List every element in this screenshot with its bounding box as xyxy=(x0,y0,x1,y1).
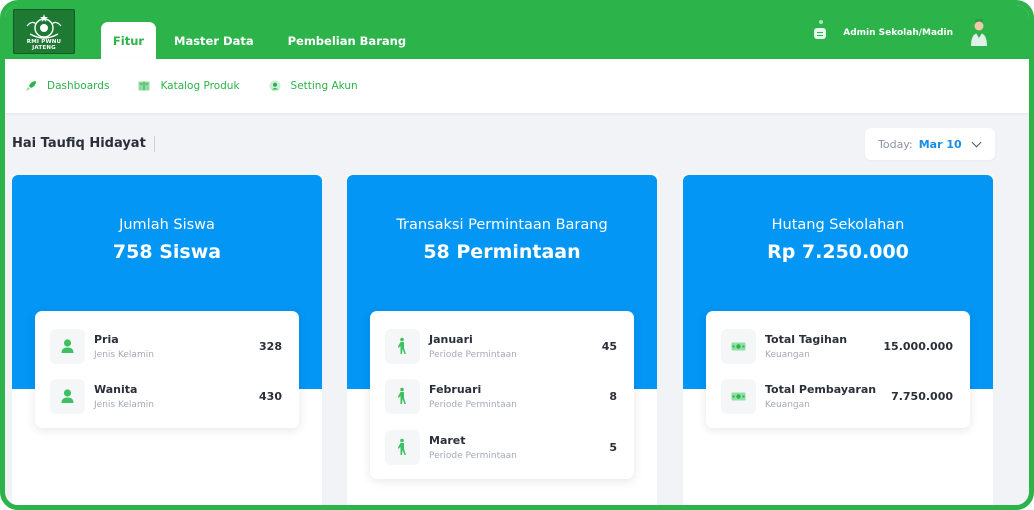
money-icon xyxy=(721,328,756,364)
avatar[interactable] xyxy=(969,18,989,48)
row-label: Pria xyxy=(94,332,119,346)
walking-icon xyxy=(385,379,420,415)
row-label: Maret xyxy=(429,433,466,447)
row-sub: Periode Permintaan xyxy=(429,400,517,411)
card-title: Hutang Sekolahan xyxy=(771,217,905,233)
row-label: Februari xyxy=(429,383,482,397)
card-value: 758 Siswa xyxy=(112,241,222,263)
walking-icon xyxy=(385,328,420,364)
money-icon xyxy=(721,379,756,415)
app-window: RMI PWNU JATENG Fitur Master Data Pembel… xyxy=(0,0,1034,510)
greeting-title: Hai Taufiq Hidayat xyxy=(12,136,155,152)
person-icon xyxy=(50,328,85,364)
list-item: Total Pembayaran Keuangan 7.750.000 xyxy=(721,372,953,423)
row-value: 8 xyxy=(609,390,617,404)
row-sub: Jenis Kelamin xyxy=(94,400,154,411)
row-value: 5 xyxy=(609,440,617,454)
walking-icon xyxy=(385,429,420,465)
subnav-katalog-produk[interactable]: Katalog Produk xyxy=(138,80,240,92)
tab-pembelian-barang[interactable]: Pembelian Barang xyxy=(272,22,422,59)
list-item: Januari Periode Permintaan 45 xyxy=(385,321,617,372)
row-value: 15.000.000 xyxy=(883,339,953,353)
row-label: Januari xyxy=(429,332,473,346)
row-sub: Keuangan xyxy=(765,400,810,411)
subnav-label: Setting Akun xyxy=(290,80,358,92)
logo[interactable]: RMI PWNU JATENG xyxy=(13,9,75,54)
list-item: Pria Jenis Kelamin 328 xyxy=(50,321,282,372)
user-icon xyxy=(269,80,281,92)
user-name[interactable]: Admin Sekolah/Madin xyxy=(843,28,953,38)
card-detail-list: Januari Periode Permintaan 45 Februari P… xyxy=(370,311,634,479)
row-sub: Jenis Kelamin xyxy=(94,349,154,360)
message-icon[interactable] xyxy=(814,20,828,40)
avatar-icon xyxy=(971,19,987,46)
top-bar: RMI PWNU JATENG Fitur Master Data Pembel… xyxy=(5,5,1029,59)
row-label: Wanita xyxy=(94,383,138,397)
user-area: Admin Sekolah/Madin xyxy=(814,15,989,51)
rocket-icon xyxy=(26,81,36,91)
card-transaksi-permintaan: Transaksi Permintaan Barang 58 Permintaa… xyxy=(347,175,657,505)
list-item: Maret Periode Permintaan 5 xyxy=(385,422,617,473)
book-icon xyxy=(138,81,150,91)
card-jumlah-siswa: Jumlah Siswa 758 Siswa Pria Jenis Kelami… xyxy=(12,175,322,505)
subnav-setting-akun[interactable]: Setting Akun xyxy=(269,80,358,92)
list-item: Total Tagihan Keuangan 15.000.000 xyxy=(721,321,953,372)
sub-navigation: Dashboards Katalog Produk Setting Akun xyxy=(5,59,1029,113)
card-title: Jumlah Siswa xyxy=(119,217,215,233)
chevron-down-icon xyxy=(971,137,982,148)
row-label: Total Pembayaran xyxy=(765,383,877,397)
card-value: Rp 7.250.000 xyxy=(767,241,909,263)
card-detail-list: Total Tagihan Keuangan 15.000.000 Total … xyxy=(706,311,970,428)
tab-fitur[interactable]: Fitur xyxy=(101,22,156,59)
list-item: Februari Periode Permintaan 8 xyxy=(385,372,617,423)
today-label: Today: xyxy=(878,137,913,151)
subnav-label: Dashboards xyxy=(47,80,110,92)
tab-master-data[interactable]: Master Data xyxy=(158,22,270,59)
card-detail-list: Pria Jenis Kelamin 328 Wanita Jenis Kela… xyxy=(35,311,299,428)
row-label: Total Tagihan xyxy=(765,332,848,346)
row-value: 328 xyxy=(259,339,282,353)
main-tabs: Fitur Master Data Pembelian Barang xyxy=(101,22,422,59)
card-title: Transaksi Permintaan Barang xyxy=(396,217,608,233)
list-item: Wanita Jenis Kelamin 430 xyxy=(50,372,282,423)
logo-text: RMI PWNU JATENG xyxy=(26,39,62,51)
date-picker[interactable]: Today: Mar 10 xyxy=(865,128,995,160)
card-value: 58 Permintaan xyxy=(423,241,581,263)
row-value: 7.750.000 xyxy=(891,390,953,404)
today-value: Mar 10 xyxy=(918,137,962,151)
row-sub: Keuangan xyxy=(765,349,810,360)
row-value: 430 xyxy=(259,390,282,404)
card-hutang-sekolahan: Hutang Sekolahan Rp 7.250.000 Total Tagi… xyxy=(683,175,993,505)
row-value: 45 xyxy=(601,339,617,353)
row-sub: Periode Permintaan xyxy=(429,450,517,461)
subnav-label: Katalog Produk xyxy=(160,80,240,92)
person-icon xyxy=(50,379,85,415)
row-sub: Periode Permintaan xyxy=(429,349,517,360)
subnav-dashboards[interactable]: Dashboards xyxy=(25,80,109,92)
